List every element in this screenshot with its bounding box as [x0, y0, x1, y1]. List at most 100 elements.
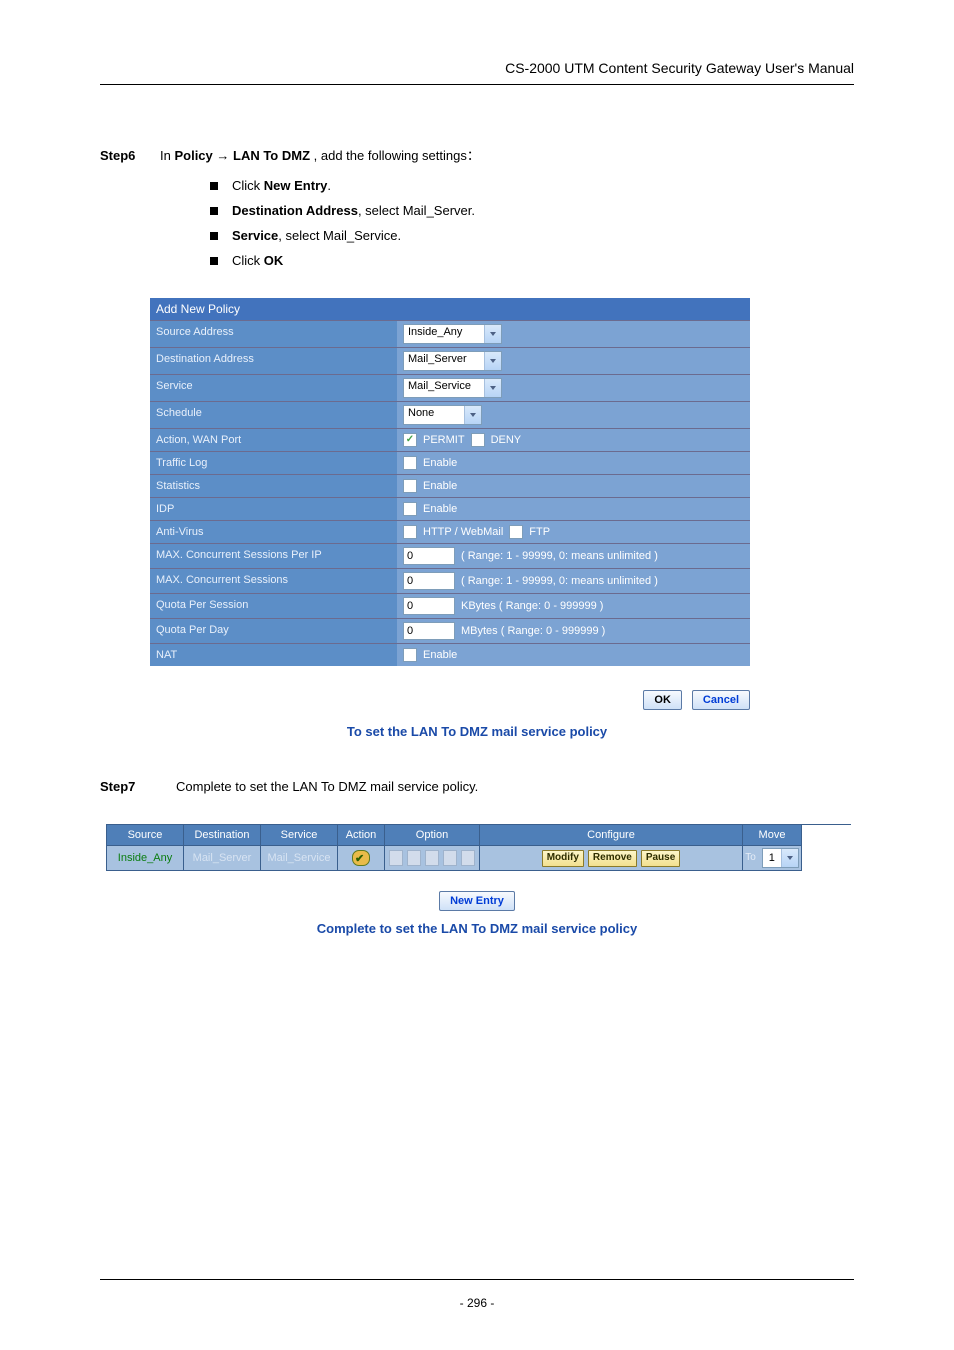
- bullet-post: , select Mail_Server.: [358, 203, 475, 218]
- bullet-icon: [210, 257, 218, 265]
- input-max-sess-ip[interactable]: 0: [403, 547, 455, 565]
- checkbox-permit[interactable]: [403, 433, 417, 447]
- td-source: Inside_Any: [107, 846, 183, 871]
- dropdown-destination-address[interactable]: Mail_Server: [403, 351, 502, 371]
- step7-text: Complete to set the LAN To DMZ mail serv…: [176, 779, 854, 794]
- ok-button[interactable]: OK: [643, 690, 682, 710]
- dropdown-schedule[interactable]: None: [403, 405, 482, 425]
- th-action: Action: [338, 825, 384, 846]
- step6-text: In Policy → LAN To DMZ , add the followi…: [160, 145, 854, 164]
- step6-row: Step6 In Policy → LAN To DMZ , add the f…: [100, 145, 854, 164]
- option-slot-icon: [443, 850, 457, 866]
- bullet-bold: New Entry: [264, 178, 328, 193]
- footer-line: [100, 1279, 854, 1280]
- label-quota-session: Quota Per Session: [150, 594, 397, 618]
- dropdown-value: 1: [763, 849, 781, 867]
- input-quota-session[interactable]: 0: [403, 597, 455, 615]
- dropdown-source-address[interactable]: Inside_Any: [403, 324, 502, 344]
- label-quota-day: Quota Per Day: [150, 619, 397, 643]
- page-header: CS-2000 UTM Content Security Gateway Use…: [100, 60, 854, 85]
- cancel-button[interactable]: Cancel: [692, 690, 750, 710]
- hint-quota-day: MBytes ( Range: 0 - 999999 ): [461, 625, 605, 637]
- input-max-sess[interactable]: 0: [403, 572, 455, 590]
- label-schedule: Schedule: [150, 402, 397, 428]
- th-move: Move: [743, 825, 801, 846]
- step6-bullets: Click New Entry. Destination Address, se…: [210, 178, 854, 268]
- input-quota-day[interactable]: 0: [403, 622, 455, 640]
- form-title: Add New Policy: [150, 298, 750, 320]
- bullet-post: .: [327, 178, 331, 193]
- bullet-pre: Click: [232, 178, 264, 193]
- bullet-icon: [210, 207, 218, 215]
- label-statistics: Statistics: [150, 475, 397, 497]
- bullet-icon: [210, 232, 218, 240]
- chevron-down-icon: [484, 325, 501, 343]
- hint-max-sess-ip: ( Range: 1 - 99999, 0: means unlimited ): [461, 550, 658, 562]
- add-new-policy-form: Add New Policy Source Address Inside_Any…: [150, 298, 750, 710]
- th-option: Option: [385, 825, 479, 846]
- permit-label: PERMIT: [423, 434, 465, 446]
- dropdown-move[interactable]: 1: [762, 848, 799, 868]
- step7-row: Step7 Complete to set the LAN To DMZ mai…: [100, 779, 854, 794]
- step7-label: Step7: [100, 779, 160, 794]
- td-destination: Mail_Server: [184, 846, 260, 871]
- bullet-item: Click New Entry.: [210, 178, 854, 193]
- label-antivirus: Anti-Virus: [150, 521, 397, 543]
- dropdown-value: None: [404, 406, 464, 424]
- dropdown-value: Mail_Server: [404, 352, 484, 370]
- checkbox-http-webmail[interactable]: [403, 525, 417, 539]
- chevron-down-icon: [484, 379, 501, 397]
- checkbox-deny[interactable]: [471, 433, 485, 447]
- step6-policy: Policy: [174, 148, 212, 163]
- checkbox-nat[interactable]: [403, 648, 417, 662]
- modify-button[interactable]: Modify: [542, 850, 584, 867]
- caption-2: Complete to set the LAN To DMZ mail serv…: [100, 921, 854, 936]
- enable-label: Enable: [423, 503, 457, 515]
- th-source: Source: [107, 825, 183, 846]
- label-action-wan: Action, WAN Port: [150, 429, 397, 451]
- deny-label: DENY: [491, 434, 522, 446]
- new-entry-button[interactable]: New Entry: [439, 891, 515, 911]
- th-configure: Configure: [480, 825, 742, 846]
- move-to-label: To: [745, 849, 756, 867]
- dropdown-service[interactable]: Mail_Service: [403, 378, 502, 398]
- dropdown-value: Mail_Service: [404, 379, 484, 397]
- td-move: To 1: [743, 846, 801, 871]
- th-destination: Destination: [184, 825, 260, 846]
- remove-button[interactable]: Remove: [588, 850, 637, 867]
- step6-lan-to-dmz: LAN To DMZ: [233, 148, 310, 163]
- label-service: Service: [150, 375, 397, 401]
- bullet-post: , select Mail_Service.: [278, 228, 401, 243]
- step6-prefix: In: [160, 148, 174, 163]
- permit-icon: [352, 850, 370, 866]
- td-action: [338, 846, 384, 871]
- step6-suffix: , add the following settings：: [310, 148, 480, 163]
- th-service: Service: [261, 825, 337, 846]
- checkbox-idp[interactable]: [403, 502, 417, 516]
- checkbox-statistics[interactable]: [403, 479, 417, 493]
- hint-quota-session: KBytes ( Range: 0 - 999999 ): [461, 600, 603, 612]
- option-slot-icon: [461, 850, 475, 866]
- dropdown-value: Inside_Any: [404, 325, 484, 343]
- step6-label: Step6: [100, 148, 160, 163]
- bullet-bold: OK: [264, 253, 284, 268]
- caption-1: To set the LAN To DMZ mail service polic…: [100, 724, 854, 739]
- chevron-down-icon: [464, 406, 481, 424]
- chevron-down-icon: [484, 352, 501, 370]
- enable-label: Enable: [423, 480, 457, 492]
- pause-button[interactable]: Pause: [641, 850, 680, 867]
- label-max-sess-ip: MAX. Concurrent Sessions Per IP: [150, 544, 397, 568]
- option-slot-icon: [407, 850, 421, 866]
- step6-arrow: →: [213, 148, 233, 163]
- enable-label: Enable: [423, 457, 457, 469]
- option-slot-icon: [389, 850, 403, 866]
- bullet-icon: [210, 182, 218, 190]
- bullet-bold: Destination Address: [232, 203, 358, 218]
- enable-label: Enable: [423, 649, 457, 661]
- td-service: Mail_Service: [261, 846, 337, 871]
- checkbox-traffic-log[interactable]: [403, 456, 417, 470]
- checkbox-ftp[interactable]: [509, 525, 523, 539]
- policy-table: Source Inside_Any Destination Mail_Serve…: [106, 824, 851, 871]
- http-webmail-label: HTTP / WebMail: [423, 526, 503, 538]
- label-source-address: Source Address: [150, 321, 397, 347]
